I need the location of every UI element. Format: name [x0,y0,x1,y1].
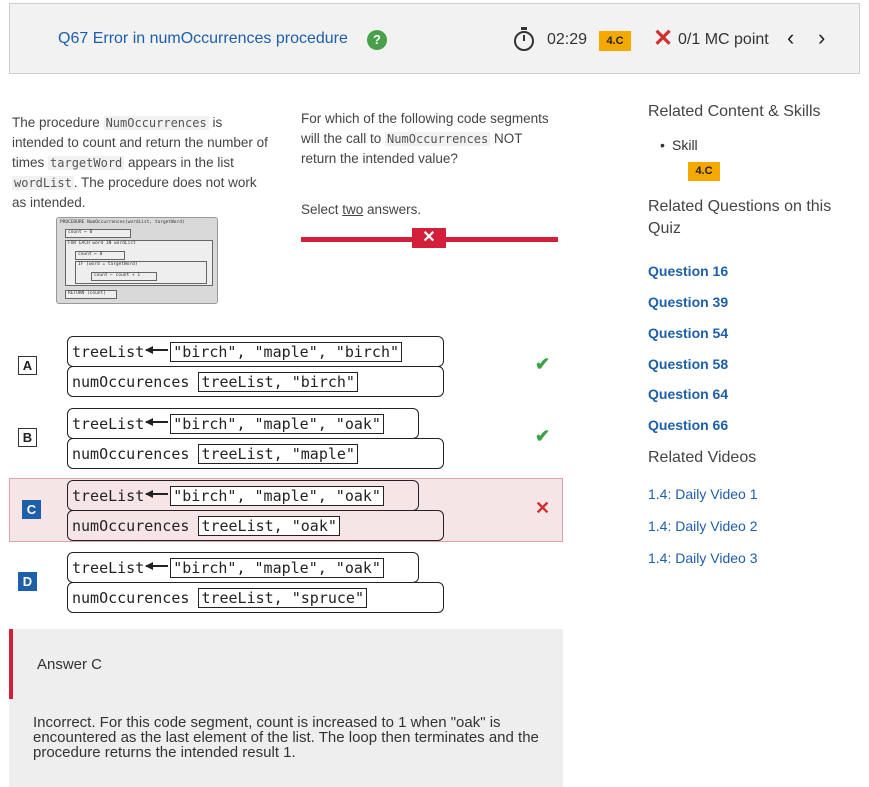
points-readout: 0/1 MC point [678,31,769,48]
eliminate-toggle-button[interactable]: ✕ [412,228,446,248]
related-content-heading: Related Content & Skills [648,103,821,120]
stimulus-text: The procedure [12,115,104,130]
instruction-emphasis: two [342,202,364,217]
list-literal: "birch", "maple", "oak" [170,414,384,434]
question-stem: For which of the following code segments… [301,109,551,169]
assignment-block: treeList "birch", "maple", "oak" [67,408,419,439]
sidebar-skill-badge: 4.C [688,162,720,181]
answer-option-c[interactable]: C treeList "birch", "maple", "oak" numOcc… [9,478,563,542]
assign-arrow-icon [144,340,170,358]
diagram-line: count ← count + 1 [94,273,141,278]
call-arguments: treeList, "spruce" [198,588,367,608]
diagram-line: RETURN (count) [68,291,106,296]
answer-explanation: Incorrect. For this code segment, count … [33,714,539,761]
video-link[interactable]: 1.4: Daily Video 3 [648,550,757,566]
assign-arrow-icon [144,484,170,502]
variable-name: treeList [72,487,145,505]
answer-accent-bar [9,629,13,699]
correct-check-icon: ✔ [535,426,551,446]
related-videos-heading: Related Videos [648,449,757,466]
diagram-line: IF (word = targetWord) [78,262,138,267]
procedure-name: numOccurences [72,373,190,391]
correct-check-icon: ✔ [535,354,551,374]
code-term: targetWord [48,156,125,170]
answer-option-b[interactable]: B treeList "birch", "maple", "oak" numOcc… [9,406,563,470]
procedure-call-block: numOccurences treeList, "oak" [67,510,444,541]
previous-question-button[interactable]: ‹ [787,26,794,50]
skill-label: Skill [660,137,698,153]
skill-badge: 4.C [599,31,631,51]
code-term: NumOccurrences [385,132,491,146]
help-icon[interactable]: ? [367,30,387,50]
diagram-line: count ← 0 [68,230,93,235]
list-literal: "birch", "maple", "oak" [170,486,384,506]
answer-title: Answer C [37,656,103,673]
video-link[interactable]: 1.4: Daily Video 2 [648,518,757,534]
stopwatch-icon [514,27,534,51]
answer-explanation-panel: Answer C Incorrect. For this code segmen… [9,629,563,787]
assign-arrow-icon [144,412,170,430]
related-question-link[interactable]: Question 58 [648,356,728,372]
list-literal: "birch", "maple", "birch" [170,342,403,362]
variable-name: treeList [72,415,145,433]
list-literal: "birch", "maple", "oak" [170,558,384,578]
related-question-link[interactable]: Question 16 [648,263,728,279]
related-question-link[interactable]: Question 39 [648,294,728,310]
stimulus-text: appears in the list [124,155,234,170]
related-questions-heading: Related Questions on this Quiz [648,198,832,237]
next-question-button[interactable]: › [818,26,825,50]
procedure-call-block: numOccurences treeList, "maple" [67,438,444,469]
option-letter-d[interactable]: D [18,572,37,591]
question-stimulus: The procedure NumOccurrences is intended… [12,113,274,213]
incorrect-x-icon: ✕ [535,498,551,518]
incorrect-x-icon: ✕ [653,25,674,52]
call-arguments: treeList, "maple" [198,444,358,464]
procedure-name: numOccurences [72,517,190,535]
option-letter-b[interactable]: B [18,428,37,447]
related-question-link[interactable]: Question 66 [648,417,728,433]
select-instruction: Select two answers. [301,202,421,217]
option-letter-a[interactable]: A [18,356,37,375]
procedure-name: numOccurences [72,445,190,463]
code-term: wordList [12,176,74,190]
diagram-line: count ← 0 [78,252,103,257]
timer-readout: 02:29 [547,31,588,48]
option-letter-c[interactable]: C [22,500,41,519]
call-arguments: treeList, "oak" [198,516,340,536]
call-arguments: treeList, "birch" [198,372,358,392]
diagram-line: FOR EACH word IN wordList [68,241,136,246]
assign-arrow-icon [144,556,170,574]
variable-name: treeList [72,559,145,577]
procedure-name: numOccurences [72,589,190,607]
assignment-block: treeList "birch", "maple", "birch" [67,336,444,367]
procedure-call-block: numOccurences treeList, "birch" [67,366,444,397]
instruction-text: answers. [363,202,422,217]
question-header: Q67 Error in numOccurrences procedure ? … [9,3,860,74]
related-question-link[interactable]: Question 64 [648,386,728,402]
variable-name: treeList [72,343,145,361]
diagram-line: PROCEDURE NumOccurrences(wordList, targe… [60,220,185,225]
question-title: Q67 Error in numOccurrences procedure [58,30,348,47]
assignment-block: treeList "birch", "maple", "oak" [67,480,419,511]
code-term: NumOccurrences [103,116,209,130]
answer-option-d[interactable]: D treeList "birch", "maple", "oak" numOcc… [9,550,563,614]
answer-option-a[interactable]: A treeList "birch", "maple", "birch" numO… [9,334,563,398]
related-question-link[interactable]: Question 54 [648,325,728,341]
procedure-call-block: numOccurences treeList, "spruce" [67,582,444,613]
procedure-diagram[interactable]: PROCEDURE NumOccurrences(wordList, targe… [56,217,218,304]
instruction-text: Select [301,202,343,217]
video-link[interactable]: 1.4: Daily Video 1 [648,486,757,502]
assignment-block: treeList "birch", "maple", "oak" [67,552,419,583]
